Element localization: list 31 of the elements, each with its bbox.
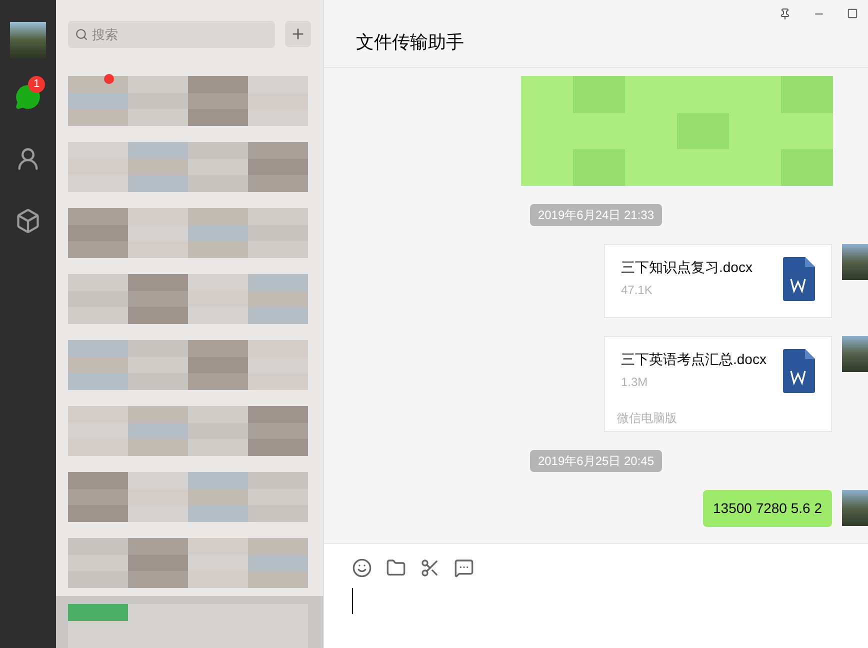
- file-name: 三下英语考点汇总.docx: [621, 350, 768, 369]
- text-cursor: [352, 588, 353, 614]
- chat-history-icon[interactable]: [454, 558, 474, 578]
- cube-icon[interactable]: [15, 208, 41, 234]
- word-document-icon: [783, 257, 815, 301]
- maximize-icon[interactable]: [847, 8, 858, 19]
- word-document-icon: [783, 349, 815, 393]
- source-label: 微信电脑版: [616, 410, 678, 427]
- folder-icon[interactable]: [386, 558, 406, 578]
- file-name: 三下知识点复习.docx: [621, 258, 754, 277]
- timestamp: 2019年6月25日 20:45: [530, 450, 662, 472]
- message-input-area[interactable]: [324, 543, 868, 648]
- avatar-photo: [842, 244, 868, 280]
- avatar-photo: [842, 490, 868, 526]
- unread-badge: 1: [28, 76, 45, 93]
- pin-icon[interactable]: [779, 8, 791, 20]
- scissors-icon[interactable]: [420, 558, 440, 578]
- plus-icon: [290, 26, 306, 42]
- file-message-card[interactable]: 三下英语考点汇总.docx 1.3M 微信电脑版: [604, 336, 832, 432]
- file-size: 1.3M: [621, 374, 649, 391]
- search-icon: [75, 28, 88, 40]
- emoji-icon[interactable]: [352, 558, 372, 578]
- avatar-photo: [842, 336, 868, 372]
- message-bubble: 13500 7280 5.6 2: [703, 490, 832, 527]
- search-field[interactable]: 搜索: [68, 20, 275, 48]
- file-size: 47.1K: [621, 282, 654, 299]
- file-message-card[interactable]: 三下知识点复习.docx 47.1K: [604, 244, 832, 318]
- timestamp: 2019年6月24日 21:33: [530, 204, 662, 226]
- user-avatar[interactable]: [10, 22, 46, 58]
- add-button[interactable]: [285, 21, 311, 47]
- conversation-title: 文件传输助手: [356, 31, 464, 54]
